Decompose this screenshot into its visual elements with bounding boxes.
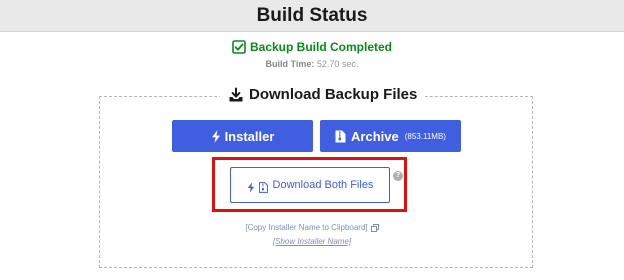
download-tray-icon <box>228 87 244 103</box>
bolt-icon <box>211 129 221 143</box>
build-time: Build Time: 52.70 sec. <box>0 59 624 69</box>
copy-icon <box>370 223 379 232</box>
copy-installer-name-link[interactable]: [Copy Installer Name to Clipboard] <box>0 223 624 232</box>
build-time-value: 52.70 sec. <box>316 59 359 69</box>
page-title: Build Status <box>256 4 368 26</box>
file-archive-icon <box>335 130 346 143</box>
installer-button[interactable]: Installer <box>172 120 313 152</box>
help-circle-icon[interactable]: ? <box>393 171 403 181</box>
build-status-row: Backup Build Completed <box>0 40 624 54</box>
download-both-button-label: Download Both Files <box>272 179 374 191</box>
download-both-button[interactable]: Download Both Files <box>230 167 390 203</box>
copy-installer-name-label: [Copy Installer Name to Clipboard] <box>245 223 368 232</box>
check-square-icon <box>232 40 246 54</box>
download-panel-title: Download Backup Files <box>220 86 426 103</box>
archive-size: (853.11MB) <box>404 131 446 141</box>
show-installer-name-link[interactable]: [Show Installer Name] <box>0 237 624 246</box>
build-time-label: Build Time: <box>265 59 315 69</box>
page-header: Build Status <box>0 0 624 32</box>
archive-button-label: Archive <box>351 128 399 144</box>
archive-button[interactable]: Archive (853.11MB) <box>320 120 461 152</box>
download-panel-title-text: Download Backup Files <box>249 86 418 103</box>
installer-button-label: Installer <box>224 128 275 144</box>
build-status-message: Backup Build Completed <box>249 40 392 54</box>
bolt-icon <box>247 180 255 193</box>
file-archive-icon <box>258 180 268 193</box>
